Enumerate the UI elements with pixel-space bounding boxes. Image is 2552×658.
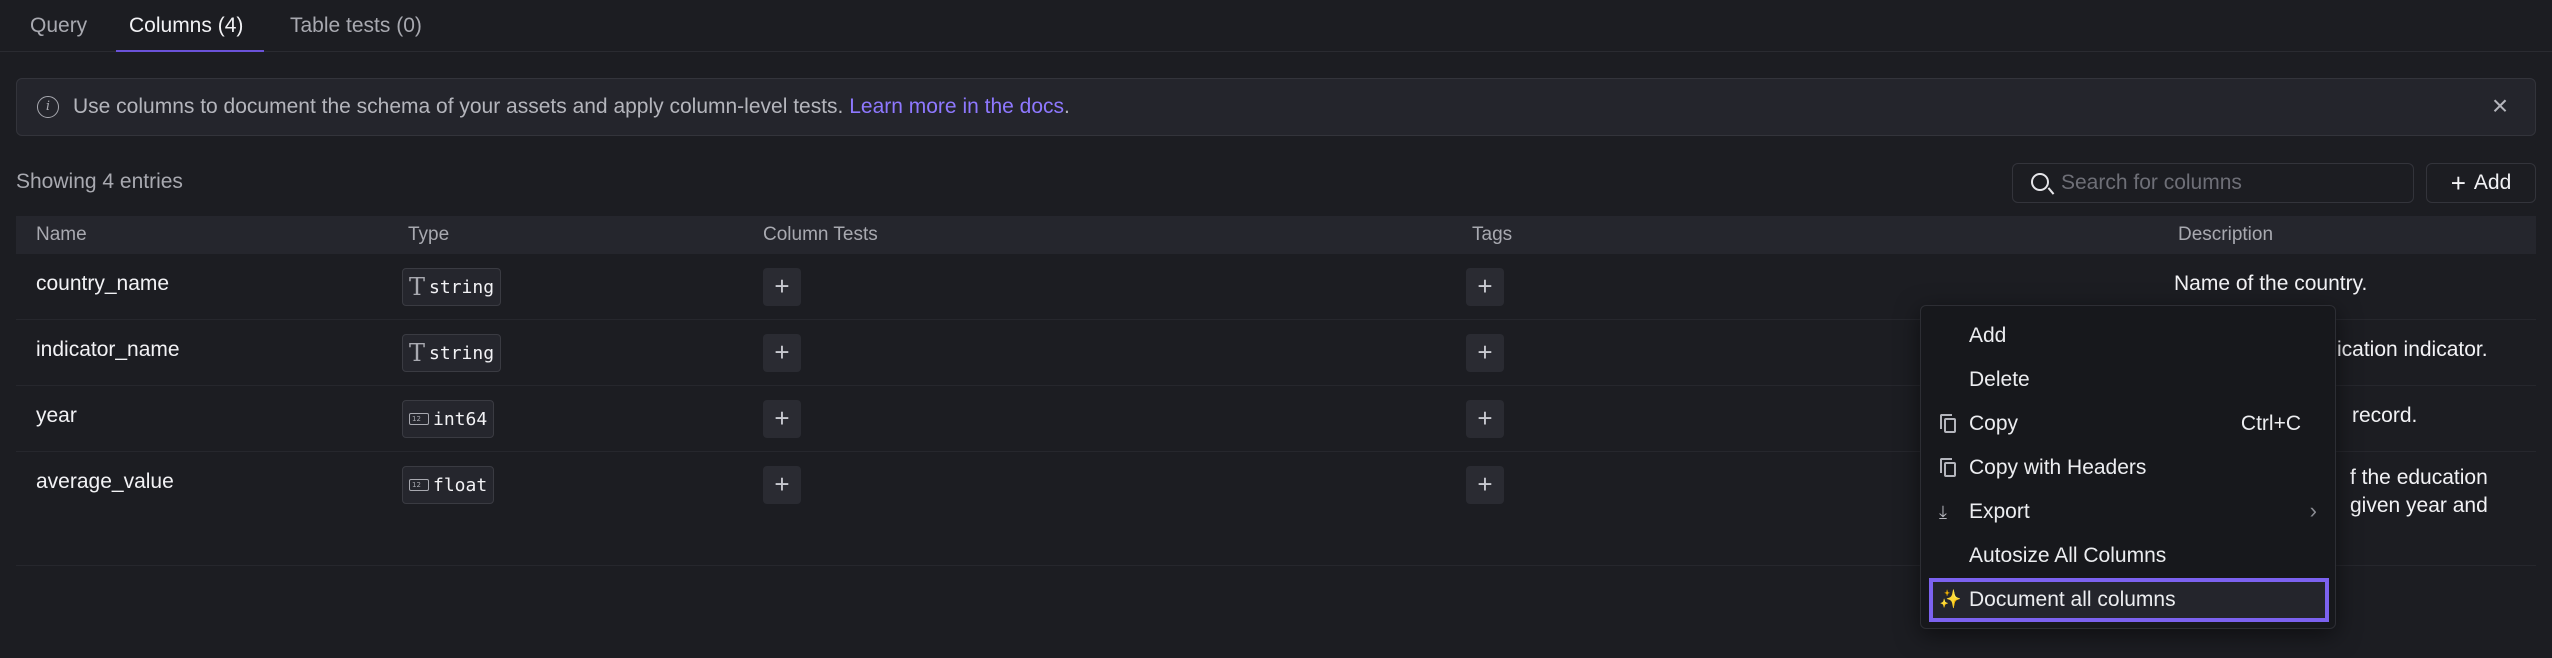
banner-message: Use columns to document the schema of yo… — [73, 95, 1070, 119]
add-tag-button[interactable]: + — [1466, 466, 1504, 504]
menu-item-label: Export — [1969, 500, 2030, 523]
type-label: string — [429, 342, 495, 364]
menu-item-label: Copy — [1969, 412, 2019, 435]
close-icon[interactable]: × — [2487, 92, 2513, 120]
type-badge: 12 float — [402, 466, 495, 504]
add-column-test-button[interactable]: + — [763, 268, 801, 306]
info-banner: i Use columns to document the schema of … — [16, 78, 2536, 136]
column-description-line: given year and — [2350, 494, 2488, 517]
menu-item-delete[interactable]: Delete — [1927, 360, 2329, 400]
type-label: int64 — [433, 408, 488, 430]
search-input[interactable] — [2061, 164, 2401, 202]
column-name: average_value — [36, 470, 174, 493]
column-description: ication indicator. — [2337, 338, 2488, 361]
info-icon: i — [37, 96, 59, 118]
menu-item-shortcut: Ctrl+C — [2240, 412, 2301, 435]
number-type-icon: 12 — [409, 413, 429, 425]
type-label: string — [429, 276, 495, 298]
add-button-label: Add — [2473, 171, 2512, 194]
copy-icon — [1940, 414, 1958, 434]
column-name: indicator_name — [36, 338, 180, 361]
magic-wand-icon: ✨ — [1939, 589, 1962, 609]
tab-bar: Query Columns (4) Table tests (0) — [0, 0, 2552, 52]
header-column-tests[interactable]: Column Tests — [763, 224, 878, 246]
menu-item-label: Document all columns — [1969, 588, 2176, 611]
menu-item-export[interactable]: ⤓ Export › — [1927, 492, 2329, 532]
add-tag-button[interactable]: + — [1466, 334, 1504, 372]
table-header: Name Type Column Tests Tags Description — [16, 216, 2536, 254]
tab-table-tests[interactable]: Table tests (0) — [290, 14, 422, 38]
type-badge: 12 int64 — [402, 400, 495, 438]
header-type[interactable]: Type — [408, 224, 449, 246]
type-label: float — [433, 474, 488, 496]
add-column-test-button[interactable]: + — [763, 466, 801, 504]
docs-link[interactable]: Learn more in the docs — [849, 95, 1064, 118]
add-column-test-button[interactable]: + — [763, 400, 801, 438]
menu-item-add[interactable]: Add — [1927, 316, 2329, 356]
banner-link-suffix: . — [1064, 95, 1070, 118]
entries-count: Showing 4 entries — [16, 170, 183, 193]
menu-item-copy[interactable]: Copy Ctrl+C — [1927, 404, 2329, 444]
type-badge: T string — [402, 268, 502, 306]
add-column-test-button[interactable]: + — [763, 334, 801, 372]
column-description-line: f the education — [2350, 466, 2488, 489]
tab-query[interactable]: Query — [30, 14, 87, 38]
menu-item-label: Delete — [1969, 368, 2030, 391]
context-menu: Add Delete Copy Ctrl+C Copy with Headers… — [1920, 305, 2336, 629]
text-type-icon: T — [409, 339, 426, 367]
type-badge: T string — [402, 334, 502, 372]
column-description: record. — [2352, 404, 2418, 427]
column-name: country_name — [36, 272, 170, 295]
header-name[interactable]: Name — [36, 224, 87, 246]
chevron-right-icon: › — [2309, 498, 2317, 523]
column-description: Name of the country. — [2174, 272, 2368, 295]
menu-item-label: Autosize All Columns — [1969, 544, 2167, 567]
add-tag-button[interactable]: + — [1466, 400, 1504, 438]
copy-icon — [1940, 458, 1958, 478]
menu-item-document-all-columns[interactable]: ✨ Document all columns — [1929, 578, 2329, 622]
number-type-icon: 12 — [409, 479, 429, 491]
menu-item-autosize-all-columns[interactable]: Autosize All Columns — [1927, 536, 2329, 576]
search-icon — [2031, 173, 2049, 191]
menu-item-label: Copy with Headers — [1969, 456, 2147, 479]
column-name: year — [36, 404, 77, 427]
add-tag-button[interactable]: + — [1466, 268, 1504, 306]
active-tab-indicator — [116, 50, 264, 52]
tab-columns[interactable]: Columns (4) — [129, 14, 243, 38]
banner-text: Use columns to document the schema of yo… — [73, 95, 850, 118]
text-type-icon: T — [409, 273, 426, 301]
search-box — [2012, 163, 2414, 203]
menu-item-label: Add — [1969, 324, 2007, 347]
download-icon: ⤓ — [1939, 502, 1947, 522]
plus-icon: + — [2450, 168, 2466, 198]
header-tags[interactable]: Tags — [1472, 224, 1512, 246]
menu-item-copy-with-headers[interactable]: Copy with Headers — [1927, 448, 2329, 488]
add-column-button[interactable]: + Add — [2426, 163, 2536, 203]
header-description[interactable]: Description — [2178, 224, 2273, 246]
